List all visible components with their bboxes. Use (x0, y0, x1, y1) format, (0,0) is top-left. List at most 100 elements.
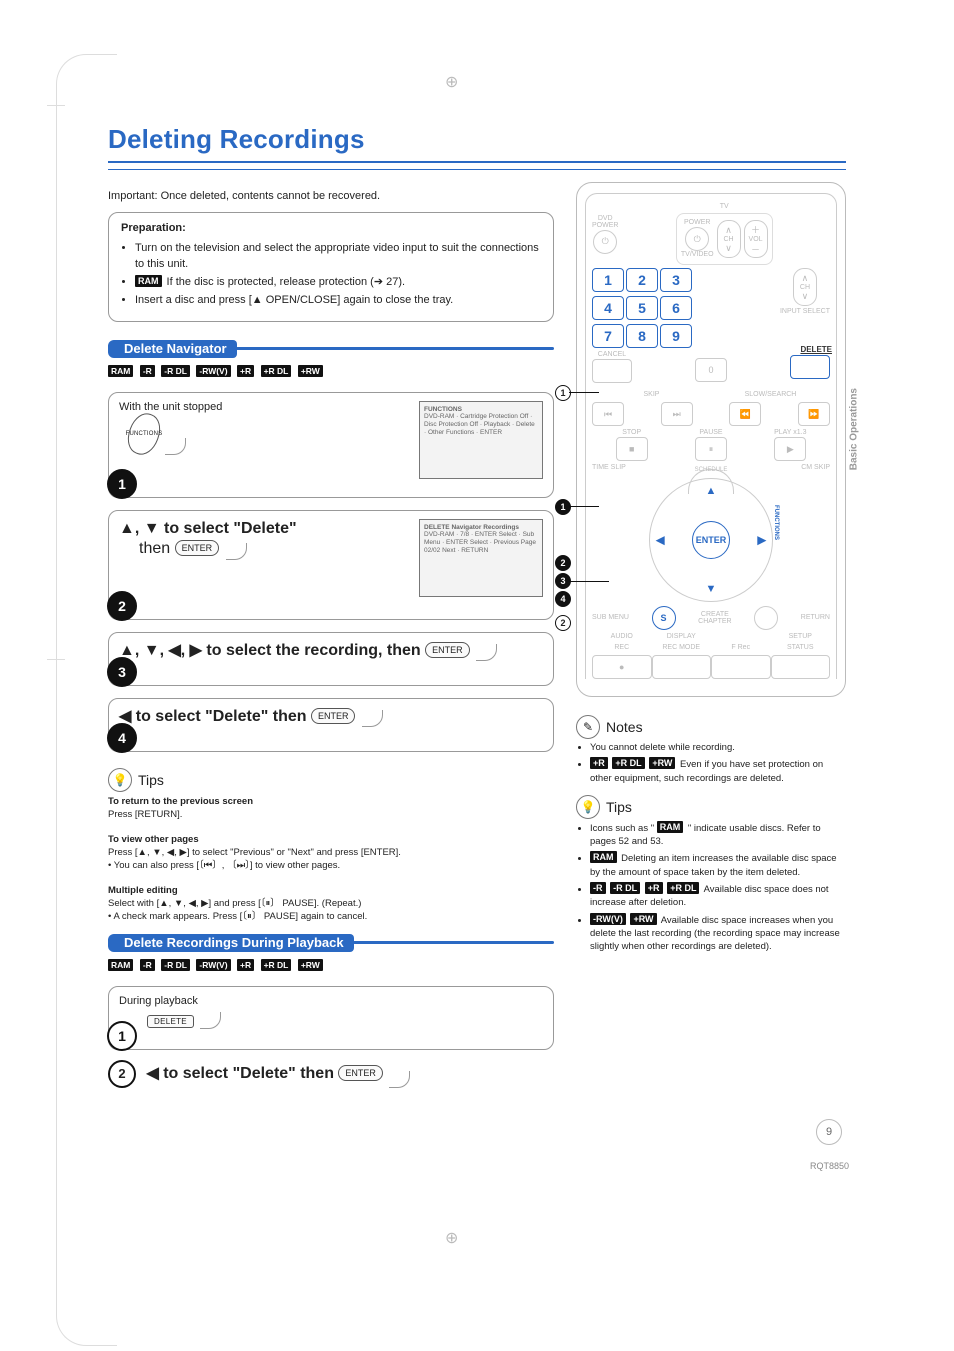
tips-body-left: To return to the previous screen Press [… (108, 796, 554, 924)
remote-status-button (771, 655, 831, 679)
remote-play-label: PLAY x1.3 (751, 429, 830, 436)
side-tab: Basic Operations (848, 388, 859, 470)
disc-tags-row-2: RAM -R -R DL -RW(V) +R +R DL +RW (108, 956, 554, 974)
tag-ram: RAM (135, 275, 162, 287)
rtip-2-text: Deleting an item increases the available… (590, 853, 837, 877)
reg-mark-bottom: ⊕ (445, 1228, 458, 1248)
press-icon (362, 710, 383, 727)
delete-key-icon: DELETE (147, 1015, 194, 1028)
remote-0-button: 0 (695, 358, 727, 382)
remote-dvd-power-button: ⏻ (593, 230, 617, 254)
keypad-5: 5 (626, 296, 658, 320)
tips-heading-right: 💡 Tips (576, 795, 846, 819)
keypad-2: 2 (626, 268, 658, 292)
pb-step-2-text: ◀ to select "Delete" then (146, 1065, 338, 1082)
keypad-9: 9 (660, 324, 692, 348)
tag-prdl: +R DL (667, 882, 699, 894)
tag-prdl: +R DL (612, 757, 644, 769)
notes-icon: ✎ (576, 715, 600, 739)
tip2-text-a: Press [▲, ▼, ◀, ▶] to select "Previous" … (108, 847, 401, 858)
tag-r: -R (590, 882, 606, 894)
keypad-3: 3 (660, 268, 692, 292)
important-note: Important: Once deleted, contents cannot… (108, 190, 554, 202)
tips-title-left: Tips (138, 772, 164, 788)
remote-pause-button: ⏸ (695, 437, 727, 461)
nav-step-4-number: 4 (107, 723, 137, 753)
press-icon (226, 543, 247, 560)
rtip-4: -RW(V) +RW Available disc space increase… (590, 913, 846, 954)
deletenav-osd-screenshot: DELETE Navigator Recordings DVD-RAM · 7/… (419, 519, 543, 597)
deletenav-osd-lines: DVD-RAM · 7/8 · ENTER Select · Sub Menu … (424, 531, 536, 554)
callout-pb-1: 1 (555, 385, 571, 401)
enter-button-icon: ENTER (425, 642, 470, 658)
deletenav-osd-title: DELETE Navigator Recordings (424, 524, 519, 531)
remote-display-label: DISPLAY (652, 633, 712, 640)
nav-step-1-number: 1 (107, 469, 137, 499)
preparation-heading: Preparation: (121, 221, 541, 237)
remote-slow-label: SLOW/SEARCH (711, 391, 830, 398)
callout-nav-4: 4 (555, 591, 571, 607)
keypad-4: 4 (592, 296, 624, 320)
reg-mark-top: ⊕ (445, 72, 458, 92)
press-icon (476, 644, 497, 661)
tip1-bold: To return to the previous screen (108, 796, 253, 807)
remote-createchapter-label: CREATE CHAPTER (698, 611, 731, 625)
remote-stop-label: STOP (592, 429, 671, 436)
remote-skip-prev: ⏮ (592, 402, 624, 426)
callout-nav-2: 2 (555, 555, 571, 571)
tag-pr: +R (590, 757, 608, 769)
rtip-2: RAM Deleting an item increases the avail… (590, 851, 846, 879)
functions-button-illustration (123, 409, 166, 459)
remote-search-rev: ⏪ (729, 402, 761, 426)
remote-return-button (754, 606, 778, 630)
tag-pr: +R (237, 365, 254, 377)
nav-step-3-box: ▲, ▼, ◀, ▶ to select the recording, then… (108, 632, 554, 686)
remote-audio-label: AUDIO (592, 633, 652, 640)
notes-title-right: Notes (606, 719, 643, 735)
lightbulb-icon: 💡 (576, 795, 600, 819)
remote-play-button: ▶ (774, 437, 806, 461)
remote-rec-label: REC (592, 644, 652, 651)
remote-timeslip-label: TIME SLIP (592, 464, 626, 471)
tip2-text-b: • You can also press [〔⏮〕, 〔⏭〕] to view … (108, 860, 340, 871)
prep-item-2-text: If the disc is protected, release protec… (164, 276, 406, 288)
remote-recmode-label: REC MODE (652, 644, 712, 651)
remote-tv-ch-button: ∧CH∨ (717, 220, 741, 258)
nav-enter-button: ENTER (692, 521, 730, 559)
page-title: Deleting Recordings (108, 124, 846, 155)
pb-step-1-label: During playback (119, 995, 543, 1007)
nav-left-icon: ◀ (656, 534, 664, 547)
press-icon (200, 1012, 221, 1029)
tag-prw: +RW (649, 757, 675, 769)
nav-right-icon: ▶ (758, 534, 766, 547)
remote-tv-vol-button: ＋VOL－ (744, 220, 768, 258)
lightbulb-icon: 💡 (108, 768, 132, 792)
delete-playback-heading: Delete Recordings During Playback (114, 934, 354, 952)
remote-tvvideo-label: TV/VIDEO (681, 251, 714, 258)
tips-body-right: Icons such as " RAM " indicate usable di… (576, 821, 846, 954)
press-icon (389, 1071, 410, 1088)
callout-navpad-line (569, 581, 609, 582)
enter-button-icon: ENTER (338, 1065, 383, 1081)
enter-button-icon: ENTER (311, 708, 356, 724)
rtip-3: -R -R DL +R +R DL Available disc space d… (590, 882, 846, 910)
nav-up-icon: ▲ (706, 485, 717, 497)
remote-control-diagram: DVD POWER ⏻ TV POWER ⏻ (576, 182, 846, 697)
tip3-text-b: • A check mark appears. Press [〔⏸〕 PAUSE… (108, 911, 367, 922)
tag-prdl: +R DL (261, 365, 292, 377)
tag-pr: +R (645, 882, 663, 894)
note-2: +R +R DL +RW Even if you have set protec… (590, 757, 846, 785)
tip3-bold: Multiple editing (108, 885, 178, 896)
remote-frec-button (711, 655, 771, 679)
remote-keypad: 1 2 3 4 5 6 7 8 9 (592, 268, 690, 348)
tag-ram: RAM (108, 365, 133, 377)
prep-item-2: RAM If the disc is protected, release pr… (135, 275, 541, 291)
tag-r: -R (140, 959, 155, 971)
remote-submenu-label: SUB MENU (592, 614, 629, 621)
remote-ch-button: ∧CH∨ (793, 268, 817, 306)
remote-search-fwd: ⏩ (798, 402, 830, 426)
tag-ram: RAM (108, 959, 133, 971)
remote-return-label: RETURN (801, 614, 830, 621)
callout-pb-1-line (569, 392, 599, 393)
remote-delete-label: DELETE (800, 345, 832, 354)
